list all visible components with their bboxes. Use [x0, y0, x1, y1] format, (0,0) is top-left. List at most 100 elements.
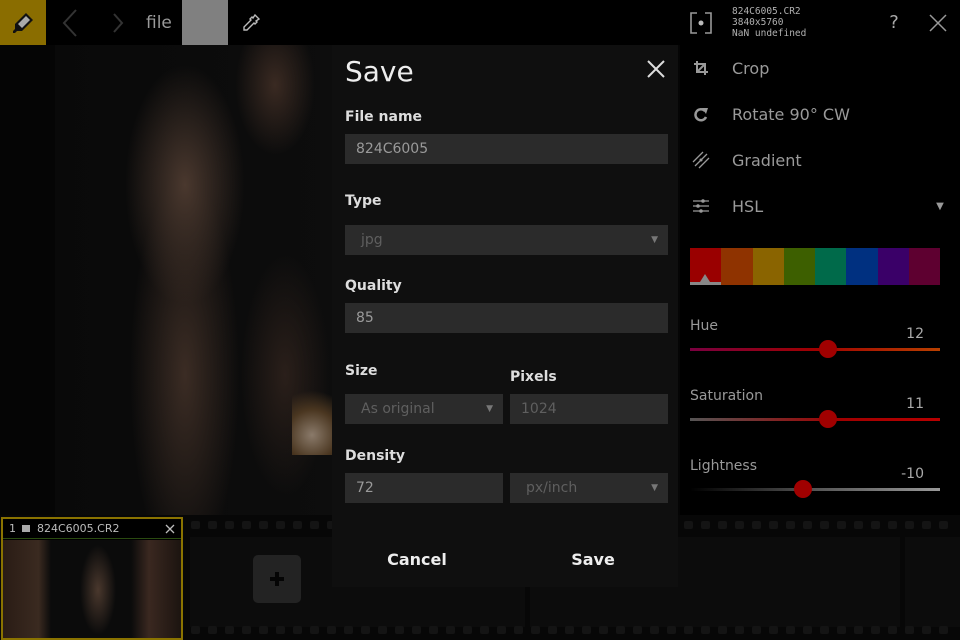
close-thumbnail-icon[interactable] — [165, 524, 175, 534]
help-icon: ? — [889, 12, 899, 33]
focus-button[interactable] — [680, 11, 722, 34]
lightness-track[interactable] — [690, 488, 940, 491]
tool-hsl-label: HSL — [732, 196, 764, 216]
size-value: As original — [361, 401, 435, 417]
size-caret-icon: ▼ — [486, 404, 493, 414]
sprocket-hole — [922, 521, 931, 529]
sprocket-hole — [871, 626, 880, 634]
sprocket-hole — [514, 626, 523, 634]
sprocket-hole — [939, 626, 948, 634]
quality-input[interactable]: 85 — [345, 303, 668, 333]
eyedropper-icon — [243, 13, 260, 31]
sprocket-hole — [191, 626, 200, 634]
save-dialog: Save File name 824C6005 Type jpg ▼ Quali… — [332, 45, 678, 587]
sprocket-hole — [191, 521, 200, 529]
type-select[interactable]: jpg ▼ — [345, 225, 668, 255]
density-input[interactable]: 72 — [345, 473, 503, 503]
sprocket-hole — [837, 521, 846, 529]
forward-button[interactable] — [94, 0, 142, 45]
edit-mode-button[interactable] — [0, 0, 46, 45]
add-image-button[interactable] — [253, 555, 301, 603]
save-button[interactable]: Save — [508, 550, 678, 569]
saturation-track[interactable] — [690, 418, 940, 421]
swatch-green[interactable] — [783, 248, 815, 285]
file-menu-button[interactable]: file — [142, 0, 182, 45]
sprocket-hole — [361, 626, 370, 634]
sprocket-hole — [293, 626, 302, 634]
lightness-slider: Lightness -10 — [690, 458, 940, 518]
rotate-cw-icon — [694, 108, 708, 122]
density-value: 72 — [356, 480, 374, 496]
hue-value: 12 — [906, 326, 924, 342]
close-panel-button[interactable] — [916, 0, 960, 45]
swatch-blue[interactable] — [846, 248, 878, 285]
pixels-label: Pixels — [510, 369, 557, 385]
eyedropper-button[interactable] — [228, 0, 274, 45]
file-menu-label: file — [146, 12, 172, 33]
cancel-button[interactable]: Cancel — [332, 550, 502, 569]
sliders-icon — [693, 199, 709, 213]
sprocket-hole — [327, 626, 336, 634]
sprocket-hole — [650, 626, 659, 634]
sprocket-hole — [922, 626, 931, 634]
back-button[interactable] — [46, 0, 94, 45]
sprocket-hole — [854, 626, 863, 634]
file-info-name: 824C6005.CR2 — [732, 6, 801, 17]
tool-hsl[interactable]: HSL ▼ — [680, 183, 960, 229]
size-label: Size — [345, 363, 378, 379]
hue-thumb[interactable] — [818, 340, 837, 358]
sprocket-hole — [242, 626, 251, 634]
saturation-label: Saturation — [690, 388, 763, 404]
file-name-input[interactable]: 824C6005 — [345, 134, 668, 164]
swatch-purple[interactable] — [877, 248, 909, 285]
sprocket-hole — [599, 626, 608, 634]
density-unit-value: px/inch — [526, 480, 578, 496]
dialog-close-icon[interactable] — [644, 57, 668, 81]
filmstrip-thumbnail[interactable]: 1 824C6005.CR2 — [1, 517, 183, 640]
quality-value: 85 — [356, 310, 374, 326]
quality-label: Quality — [345, 278, 402, 294]
sprocket-hole — [310, 626, 319, 634]
hue-slider: Hue 12 — [690, 318, 940, 378]
sprocket-hole — [684, 626, 693, 634]
sprocket-hole — [803, 521, 812, 529]
swatch-yellow[interactable] — [752, 248, 784, 285]
sprocket-hole — [310, 521, 319, 529]
sprocket-hole — [208, 626, 217, 634]
density-unit-select[interactable]: px/inch ▼ — [510, 473, 668, 503]
tool-rotate[interactable]: Rotate 90° CW — [680, 91, 960, 137]
type-caret-icon: ▼ — [651, 235, 658, 245]
lightness-thumb[interactable] — [793, 480, 812, 498]
thumbnail-header: 1 824C6005.CR2 — [3, 519, 181, 539]
sprocket-hole — [769, 521, 778, 529]
sprocket-hole — [871, 521, 880, 529]
sprocket-hole — [480, 626, 489, 634]
expand-caret-icon[interactable]: ▼ — [920, 201, 960, 212]
lightness-value: -10 — [901, 466, 924, 482]
gradient-icon — [692, 151, 710, 169]
sprocket-hole — [905, 626, 914, 634]
filmstrip-sprockets-bottom — [185, 626, 960, 636]
size-select[interactable]: As original ▼ — [345, 394, 503, 424]
color-swatch[interactable] — [181, 0, 228, 45]
saturation-thumb[interactable] — [818, 410, 837, 428]
sprocket-hole — [582, 626, 591, 634]
sprocket-hole — [276, 521, 285, 529]
swatch-aqua[interactable] — [815, 248, 847, 285]
sprocket-hole — [752, 521, 761, 529]
chevron-right-icon — [113, 12, 124, 33]
tool-crop[interactable]: Crop — [680, 45, 960, 91]
sprocket-hole — [633, 626, 642, 634]
sprocket-hole — [786, 521, 795, 529]
swatch-red[interactable] — [690, 248, 722, 285]
swatch-orange[interactable] — [721, 248, 753, 285]
sprocket-hole — [242, 521, 251, 529]
thumbnail-image — [3, 540, 181, 638]
sprocket-hole — [344, 626, 353, 634]
pixels-input[interactable]: 1024 — [510, 394, 668, 424]
swatch-magenta[interactable] — [908, 248, 940, 285]
sprocket-hole — [701, 626, 710, 634]
hue-track[interactable] — [690, 348, 940, 351]
tool-gradient[interactable]: Gradient — [680, 137, 960, 183]
help-button[interactable]: ? — [872, 0, 916, 45]
